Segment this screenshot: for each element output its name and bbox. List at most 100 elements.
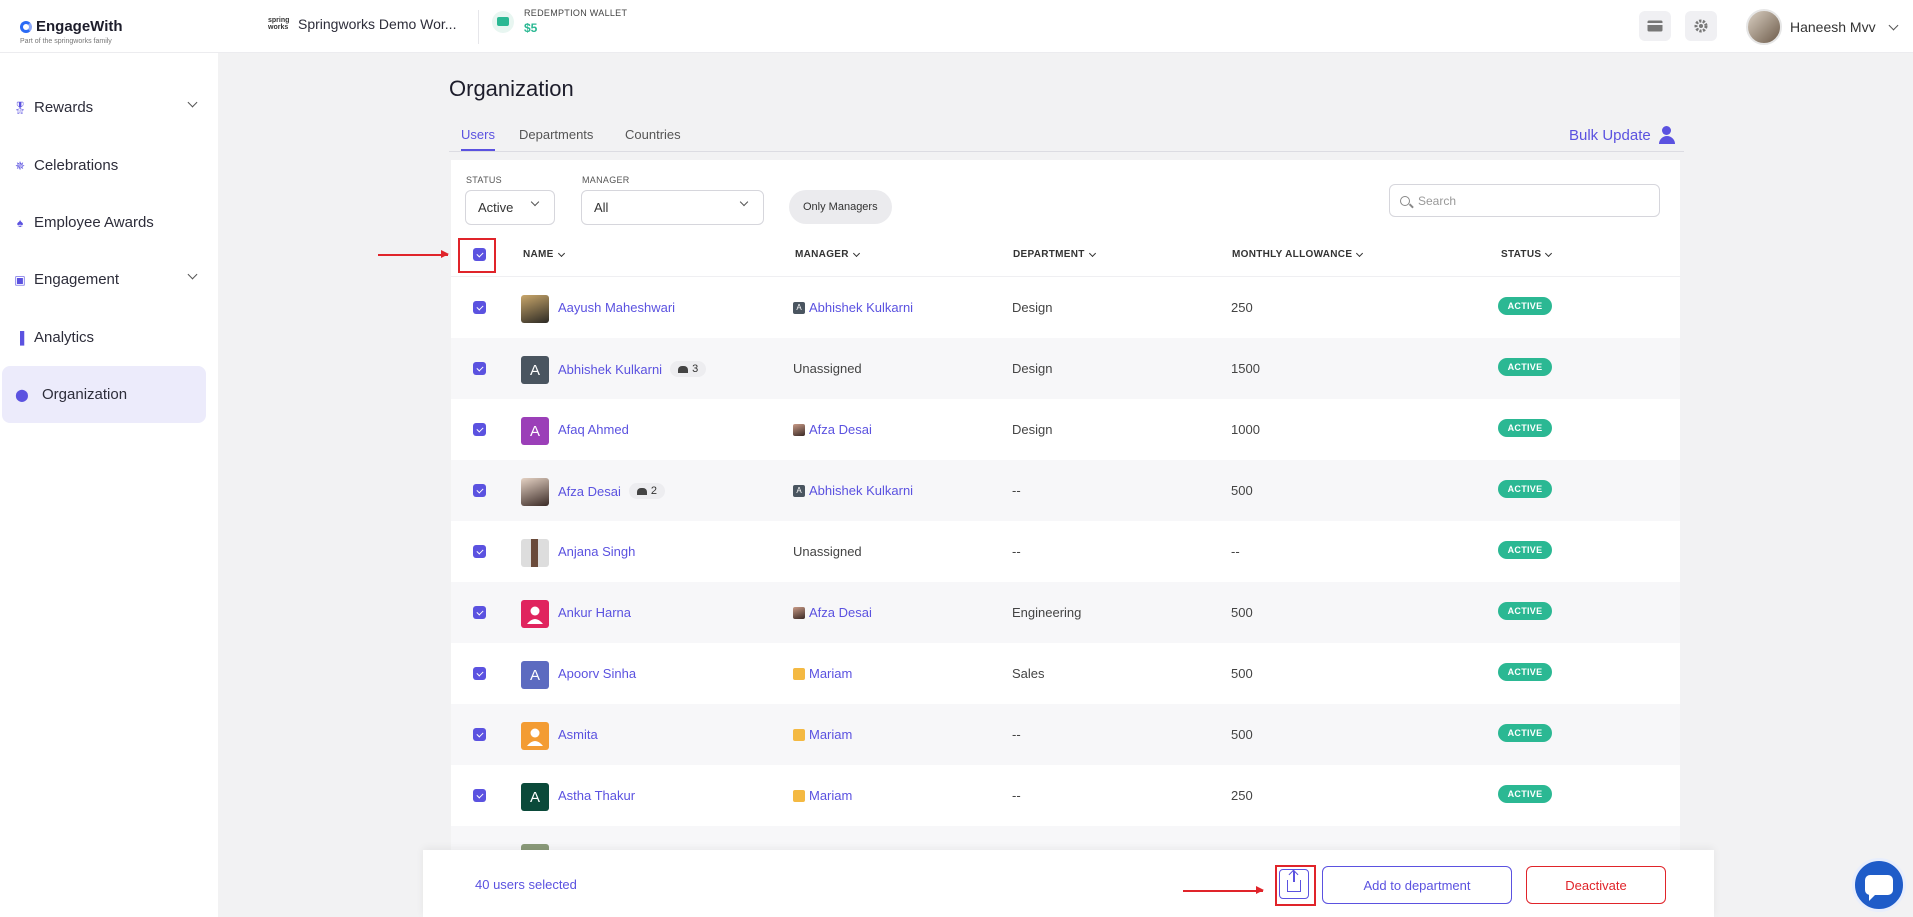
people-icon: [678, 365, 689, 373]
manager-link[interactable]: A Abhishek Kulkarni: [793, 300, 913, 315]
sidebar-item-label: Organization: [42, 386, 128, 403]
user-name-link[interactable]: Aayush Maheshwari: [558, 300, 675, 315]
table-row: Asmita Mariam -- 500 ACTIVE: [451, 704, 1680, 765]
allowance-cell: 500: [1231, 727, 1253, 742]
avatar: [793, 728, 805, 741]
deactivate-button[interactable]: Deactivate: [1526, 866, 1666, 904]
row-checkbox[interactable]: [473, 423, 486, 436]
brand-name: EngageWith: [36, 18, 123, 35]
workspace-switcher[interactable]: spring works Springworks Demo Wor...: [268, 16, 456, 32]
avatar: [521, 600, 549, 628]
manager-link[interactable]: Mariam: [793, 666, 852, 681]
user-name-link[interactable]: Afza Desai 2: [558, 483, 665, 499]
sidebar-item-organization[interactable]: ⬤ Organization: [2, 366, 206, 423]
sort-icon: [1356, 249, 1364, 257]
user-name-link[interactable]: Astha Thakur: [558, 788, 635, 803]
manager-select[interactable]: All: [581, 190, 764, 225]
status-select[interactable]: Active: [465, 190, 555, 225]
avatar: A: [793, 484, 805, 497]
user-name-link[interactable]: Abhishek Kulkarni 3: [558, 361, 707, 377]
user-name-link[interactable]: Anjana Singh: [558, 544, 635, 559]
add-to-department-button[interactable]: Add to department: [1322, 866, 1512, 904]
redemption-wallet[interactable]: REDEMPTION WALLET $5: [492, 8, 627, 35]
bulk-update-button[interactable]: Bulk Update: [1569, 126, 1681, 144]
user-menu[interactable]: Haneesh Mvv: [1746, 9, 1899, 45]
user-name-link[interactable]: Ankur Harna: [558, 605, 631, 620]
user-name-link[interactable]: Apoorv Sinha: [558, 666, 636, 681]
avatar: [793, 423, 805, 436]
trophy-icon: ♠: [16, 215, 24, 230]
sidebar-item-engagement[interactable]: ▣ Engagement: [2, 251, 206, 308]
sidebar-item-rewards[interactable]: 🎖︎ Rewards: [2, 79, 206, 136]
annotation-arrow: [1183, 887, 1264, 893]
department-cell: Design: [1012, 300, 1053, 315]
user-name: Haneesh Mvv: [1790, 19, 1876, 35]
table-row: A Astha Thakur Mariam -- 250 ACTIVE: [451, 765, 1680, 826]
user-name-link[interactable]: Afaq Ahmed: [558, 422, 629, 437]
user-name-link[interactable]: Asmita: [558, 727, 598, 742]
status-badge: ACTIVE: [1498, 785, 1552, 803]
bar-chart-icon: ▐: [15, 330, 25, 345]
allowance-cell: 1000: [1231, 422, 1260, 437]
chevron-down-icon: [187, 97, 198, 108]
manager-link[interactable]: A Abhishek Kulkarni: [793, 483, 913, 498]
row-checkbox[interactable]: [473, 545, 486, 558]
search-input[interactable]: [1418, 193, 1638, 208]
sidebar-item-employee-awards[interactable]: ♠ Employee Awards: [2, 194, 206, 251]
avatar: [521, 722, 549, 750]
sort-icon: [852, 249, 860, 257]
chevron-down-icon: [187, 269, 198, 280]
row-checkbox[interactable]: [473, 362, 486, 375]
department-cell: --: [1012, 788, 1021, 803]
gear-icon[interactable]: [1685, 11, 1717, 41]
sidebar-item-celebrations[interactable]: ✵ Celebrations: [2, 137, 206, 194]
column-monthly-allowance[interactable]: MONTHLY ALLOWANCE: [1232, 249, 1364, 260]
manager-link[interactable]: Mariam: [793, 727, 852, 742]
page-title: Organization: [449, 76, 574, 101]
row-checkbox[interactable]: [473, 667, 486, 680]
credit-card-icon[interactable]: [1639, 11, 1671, 41]
engagement-icon: ▣: [14, 272, 26, 287]
status-badge: ACTIVE: [1498, 419, 1552, 437]
status-badge: ACTIVE: [1498, 602, 1552, 620]
department-cell: --: [1012, 483, 1021, 498]
table-row: A Apoorv Sinha Mariam Sales 500 ACTIVE: [451, 643, 1680, 704]
avatar: [1746, 9, 1782, 45]
row-checkbox[interactable]: [473, 789, 486, 802]
manager-link[interactable]: Afza Desai: [793, 605, 872, 620]
tab-countries[interactable]: Countries: [625, 127, 681, 142]
department-cell: --: [1012, 727, 1021, 742]
manager-link[interactable]: Afza Desai: [793, 422, 872, 437]
tab-users[interactable]: Users: [461, 127, 495, 151]
brand-logo[interactable]: EngageWith Part of the springworks famil…: [20, 18, 123, 45]
only-managers-toggle[interactable]: Only Managers: [789, 190, 892, 224]
avatar: A: [521, 661, 549, 689]
row-checkbox[interactable]: [473, 301, 486, 314]
manager-filter-label: MANAGER: [582, 175, 630, 185]
annotation-arrow: [378, 251, 449, 257]
search-box[interactable]: [1389, 184, 1660, 217]
manager-select-value: All: [594, 200, 609, 215]
selected-count: 40 users selected: [475, 877, 577, 892]
manager-link[interactable]: Mariam: [793, 788, 852, 803]
status-badge: ACTIVE: [1498, 297, 1552, 315]
allowance-cell: 1500: [1231, 361, 1260, 376]
table-row: A Abhishek Kulkarni 3 Unassigned Design 1…: [451, 338, 1680, 399]
column-name[interactable]: NAME: [523, 249, 565, 260]
row-checkbox[interactable]: [473, 606, 486, 619]
chat-support-button[interactable]: [1852, 858, 1906, 912]
row-checkbox[interactable]: [473, 728, 486, 741]
sidebar-item-label: Analytics: [34, 329, 95, 346]
row-checkbox[interactable]: [473, 484, 486, 497]
column-department[interactable]: DEPARTMENT: [1013, 249, 1096, 260]
allowance-cell: 500: [1231, 666, 1253, 681]
tab-departments[interactable]: Departments: [519, 127, 593, 142]
top-bar: EngageWith Part of the springworks famil…: [0, 0, 1913, 53]
column-status[interactable]: STATUS: [1501, 249, 1553, 260]
column-manager[interactable]: MANAGER: [795, 249, 860, 260]
reports-count-badge: 3: [670, 361, 707, 377]
brand-tagline: Part of the springworks family: [20, 38, 112, 45]
wallet-amount: $5: [524, 21, 538, 35]
table-row: Ankur Harna Afza Desai Engineering 500 A…: [451, 582, 1680, 643]
sidebar-item-analytics[interactable]: ▐ Analytics: [2, 309, 206, 366]
